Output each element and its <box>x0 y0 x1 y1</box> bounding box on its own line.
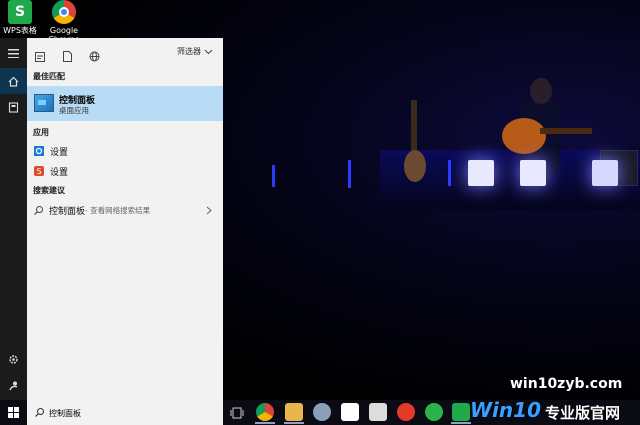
apps-icon <box>35 52 45 62</box>
wallpaper-accent <box>272 165 275 187</box>
wallpaper-accent <box>348 160 351 188</box>
apps-filter-button[interactable] <box>35 47 45 66</box>
taskbar-wps-icon[interactable] <box>452 403 470 421</box>
user-button[interactable] <box>0 372 27 398</box>
taskbar-file-explorer-icon[interactable] <box>285 403 303 421</box>
start-button[interactable] <box>0 400 27 425</box>
search-suggestions-heading: 搜索建议 <box>33 186 65 195</box>
taskbar-wechat-icon[interactable] <box>425 403 443 421</box>
suggestion-hint: - 查看网络搜索结果 <box>85 205 151 215</box>
document-icon <box>63 51 72 62</box>
best-match-result[interactable]: 控制面板 桌面应用 <box>27 86 223 121</box>
wallpaper-light <box>468 160 494 186</box>
watermark-site: win10zyb.com <box>510 376 623 392</box>
search-results-panel: 筛选器 最佳匹配 控制面板 桌面应用 应用 设置 S 设置 搜索建议 控制面板 … <box>27 38 223 400</box>
windows-logo-icon <box>8 407 19 418</box>
running-indicator <box>284 422 304 424</box>
globe-icon <box>89 51 100 62</box>
documents-filter-button[interactable] <box>63 47 72 66</box>
taskbar-store-icon[interactable] <box>341 403 359 421</box>
wallpaper-light <box>592 160 618 186</box>
wallpaper-acoustic-guitar <box>502 118 546 154</box>
wallpaper-singer-head <box>530 78 552 104</box>
wallpaper-accent <box>448 160 451 186</box>
taskbar-netease-music-icon[interactable] <box>397 403 415 421</box>
best-match-subtitle: 桌面应用 <box>59 106 89 115</box>
app-result-wps-settings[interactable]: S 设置 <box>27 160 223 182</box>
taskbar-network-icon[interactable] <box>313 403 331 421</box>
chevron-right-icon <box>206 206 212 215</box>
control-panel-icon <box>34 94 54 112</box>
web-suggestion-row[interactable]: 控制面板 - 查看网络搜索结果 <box>27 199 223 221</box>
task-view-icon <box>230 407 244 419</box>
desktop-icon-wps[interactable]: S WPS表格 <box>0 0 40 35</box>
watermark-brand-b: 专业版官网 <box>545 404 621 422</box>
start-rail <box>0 38 27 400</box>
best-match-heading: 最佳匹配 <box>33 72 65 81</box>
wallpaper-guitar-neck <box>411 100 417 154</box>
search-icon <box>34 205 43 215</box>
user-icon <box>9 381 18 390</box>
app-result-label: 设置 <box>50 167 69 178</box>
running-indicator <box>451 422 471 424</box>
home-icon <box>8 76 19 87</box>
wallpaper-light <box>520 160 546 186</box>
documents-button[interactable] <box>0 94 27 120</box>
chevron-down-icon <box>204 49 213 54</box>
running-indicator <box>255 422 275 424</box>
filter-label: 筛选器 <box>177 47 201 56</box>
filter-dropdown[interactable]: 筛选器 <box>177 46 213 57</box>
wallpaper-guitar <box>404 150 426 182</box>
desktop-icon-label: WPS表格 <box>3 26 37 35</box>
taskbar-chrome-icon[interactable] <box>256 403 274 421</box>
wps-settings-icon: S <box>34 166 44 176</box>
task-view-button[interactable] <box>230 405 244 424</box>
svg-text:S: S <box>37 167 42 176</box>
gear-icon <box>9 354 18 364</box>
web-filter-button[interactable] <box>89 47 100 66</box>
search-query: 控制面板 <box>49 409 81 418</box>
taskbar-search-box[interactable]: 控制面板 <box>27 400 223 425</box>
watermark-brand-a: Win10 <box>470 398 541 422</box>
settings-button[interactable] <box>0 346 27 372</box>
wallpaper-guitar-neck-2 <box>540 128 592 134</box>
notebook-icon <box>8 101 19 113</box>
apps-heading: 应用 <box>33 128 49 137</box>
wps-sheet-icon: S <box>8 0 32 24</box>
app-result-label: 设置 <box>50 147 69 158</box>
app-result-settings[interactable]: 设置 <box>27 140 223 162</box>
chrome-icon <box>52 0 76 24</box>
home-button[interactable] <box>0 68 27 94</box>
suggestion-term: 控制面板 <box>49 206 86 217</box>
settings-gear-icon <box>34 146 44 156</box>
taskbar-mail-icon[interactable] <box>369 403 387 421</box>
hamburger-menu-button[interactable] <box>0 40 27 66</box>
hamburger-icon <box>8 48 19 58</box>
search-icon <box>35 408 44 417</box>
